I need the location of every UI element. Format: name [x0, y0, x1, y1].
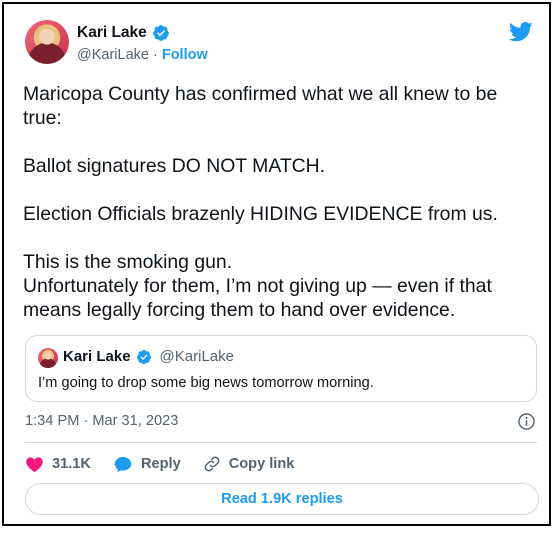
quoted-tweet-text: I’m going to drop some big news tomorrow…	[38, 375, 374, 391]
quoted-author-handle: @KariLake	[159, 348, 234, 365]
handle-separator: ·	[148, 47, 162, 63]
read-replies-label: Read 1.9K replies	[221, 491, 343, 507]
quoted-tweet[interactable]: Kari Lake @KariLake I’m going to drop so…	[25, 335, 537, 402]
verified-badge-icon	[136, 349, 151, 364]
tweet-timestamp[interactable]: 1:34 PM · Mar 31, 2023	[25, 413, 178, 429]
author-handle-row: @KariLake · Follow	[77, 47, 208, 63]
reply-label: Reply	[140, 456, 181, 472]
copy-link-button[interactable]: Copy link	[203, 455, 295, 473]
like-button[interactable]: 31.1K	[25, 455, 91, 474]
author-handle[interactable]: @KariLake	[77, 47, 149, 63]
copy-link-label: Copy link	[228, 456, 295, 472]
author-name-row: Kari Lake	[77, 24, 170, 42]
read-replies-button[interactable]: Read 1.9K replies	[25, 483, 539, 515]
author-name[interactable]: Kari Lake	[77, 24, 147, 42]
like-count: 31.1K	[52, 456, 91, 472]
reply-bubble-icon	[114, 456, 132, 472]
tweet-embed-card: Kari Lake @KariLake · Follow Maricopa Co…	[2, 2, 551, 526]
info-icon[interactable]	[517, 412, 536, 431]
quoted-author-row: Kari Lake @KariLake	[63, 348, 234, 365]
divider	[25, 442, 537, 443]
author-avatar[interactable]	[25, 20, 69, 64]
quoted-author-name: Kari Lake	[63, 348, 131, 365]
link-icon	[204, 456, 220, 472]
heart-icon	[26, 456, 43, 472]
reply-button[interactable]: Reply	[113, 455, 181, 474]
verified-badge-icon	[152, 25, 169, 41]
action-bar: 31.1K Reply Copy link	[25, 453, 316, 475]
twitter-bird-icon[interactable]	[509, 22, 533, 42]
tweet-text: Maricopa County has confirmed what we al…	[23, 83, 498, 321]
follow-button[interactable]: Follow	[162, 47, 208, 63]
quoted-author-avatar	[38, 348, 58, 368]
